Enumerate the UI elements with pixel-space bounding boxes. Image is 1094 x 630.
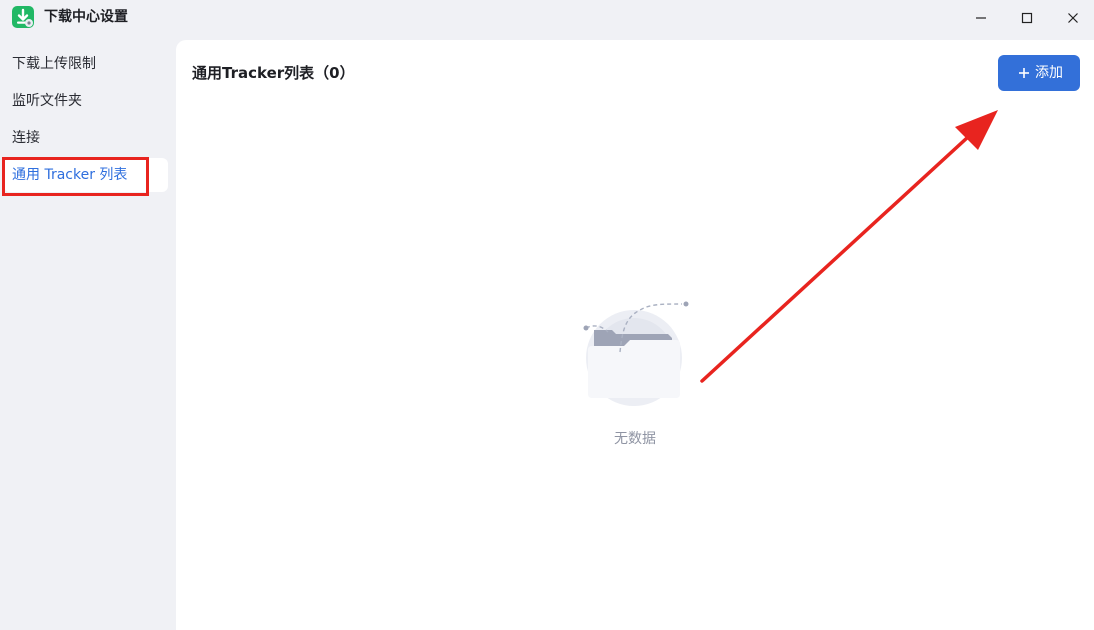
page-title: 通用Tracker列表（0） — [192, 64, 355, 82]
maximize-button[interactable] — [1004, 0, 1050, 36]
maximize-icon — [1021, 12, 1033, 24]
sidebar-item-connection[interactable]: 连接 — [4, 121, 168, 155]
empty-state-text: 无数据 — [614, 431, 656, 447]
download-app-icon — [12, 6, 34, 28]
sidebar-item-tracker-list[interactable]: 通用 Tracker 列表 — [4, 158, 168, 192]
sidebar-item-watch-folder[interactable]: 监听文件夹 — [4, 84, 168, 118]
settings-window: 下载中心设置 下载上传限制 监听文件夹 连接 通用 Tracker 列表 通用T… — [0, 0, 1094, 630]
sidebar-item-label: 下载上传限制 — [12, 56, 96, 72]
minimize-button[interactable] — [958, 0, 1004, 36]
main-panel: 通用Tracker列表（0） 添加 无数据 — [176, 40, 1094, 630]
sidebar-item-upload-download-limit[interactable]: 下载上传限制 — [4, 47, 168, 81]
window-title: 下载中心设置 — [44, 9, 128, 25]
add-tracker-button[interactable]: 添加 — [998, 55, 1080, 91]
empty-folder-icon — [583, 301, 689, 406]
sidebar-item-label: 通用 Tracker 列表 — [12, 167, 128, 183]
plus-icon — [1019, 68, 1029, 78]
close-button[interactable] — [1050, 0, 1094, 36]
sidebar-item-label: 连接 — [12, 130, 40, 146]
title-bar: 下载中心设置 — [0, 0, 1094, 36]
sidebar-item-label: 监听文件夹 — [12, 93, 82, 109]
close-icon — [1068, 13, 1078, 23]
minimize-icon — [976, 17, 986, 19]
settings-sidebar: 下载上传限制 监听文件夹 连接 通用 Tracker 列表 — [0, 40, 176, 630]
add-button-label: 添加 — [1035, 65, 1063, 81]
